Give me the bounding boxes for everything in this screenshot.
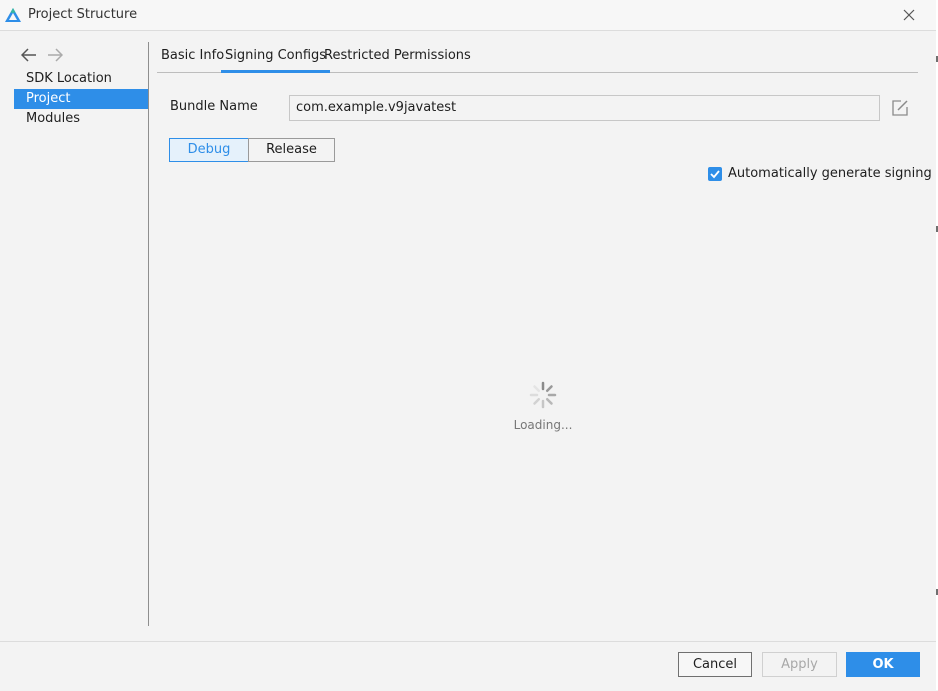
loading-label: Loading...	[513, 418, 573, 432]
auto-signing-label[interactable]: Automatically generate signing	[728, 166, 932, 181]
app-logo-icon	[5, 8, 21, 26]
sidebar-divider	[148, 42, 149, 626]
bundle-name-field[interactable]: com.example.v9javatest	[289, 95, 880, 121]
edit-bundle-button[interactable]	[891, 99, 909, 117]
sidebar-item-sdk-location[interactable]: SDK Location	[14, 69, 148, 89]
tab-restricted-permissions[interactable]: Restricted Permissions	[320, 44, 475, 72]
sidebar-item-project[interactable]: Project	[14, 89, 148, 109]
close-button[interactable]	[902, 8, 916, 22]
spinner-icon	[529, 381, 557, 409]
arrow-right-icon	[48, 48, 64, 62]
apply-button[interactable]: Apply	[762, 652, 837, 677]
bundle-name-label: Bundle Name	[170, 99, 258, 114]
checkmark-icon	[710, 170, 720, 179]
release-toggle[interactable]: Release	[248, 138, 335, 162]
auto-signing-checkbox[interactable]	[708, 167, 722, 181]
cancel-button[interactable]: Cancel	[678, 652, 752, 677]
back-button[interactable]	[20, 47, 37, 63]
tab-bar: Basic Info Signing Configs Restricted Pe…	[157, 44, 918, 73]
forward-button[interactable]	[47, 47, 64, 63]
tab-basic-info[interactable]: Basic Info	[157, 44, 228, 72]
close-icon	[903, 9, 915, 21]
sidebar-item-modules[interactable]: Modules	[14, 109, 148, 129]
edit-icon	[892, 100, 908, 116]
tab-signing-configs[interactable]: Signing Configs	[221, 44, 331, 73]
window-title: Project Structure	[28, 7, 138, 22]
ok-button[interactable]: OK	[846, 652, 920, 677]
title-bar: Project Structure	[0, 0, 936, 31]
debug-toggle[interactable]: Debug	[169, 138, 249, 162]
arrow-left-icon	[20, 48, 36, 62]
